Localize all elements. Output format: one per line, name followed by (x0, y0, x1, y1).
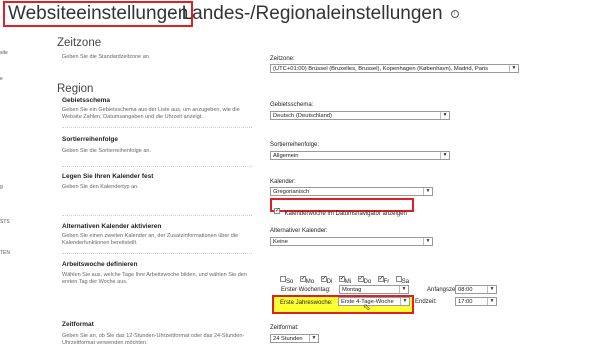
calendar-value: Gregorianisch (273, 189, 310, 195)
calendar-description: Geben Sie den Kalendertyp an. (62, 184, 139, 190)
chevron-down-icon[interactable]: ▼ (423, 238, 432, 245)
workday-mo[interactable]: ✓Mo (299, 270, 314, 287)
left-nav-item[interactable]: TEN (0, 250, 10, 256)
left-nav-item[interactable]: site (0, 50, 8, 56)
end-time-label: Endzeit: (415, 299, 437, 305)
sort-order-title: Sortierreihenfolge (62, 136, 118, 143)
timezone-description: Geben Sie die Standardzeitzone an. (62, 54, 151, 60)
timezone-label: Zeitzone: (270, 56, 295, 62)
chevron-down-icon[interactable]: ▼ (399, 286, 408, 293)
site-settings-breadcrumb[interactable]: Websiteeinstellungen (8, 3, 188, 24)
chevron-down-icon[interactable]: ▼ (440, 152, 449, 159)
sort-order-label: Sortierreihenfolge: (270, 142, 320, 148)
divider (62, 253, 252, 254)
week-number-checkbox-highlight[interactable]: ✓ Kalenderwoche im Datumsnavigator anzei… (270, 198, 414, 217)
timezone-value: (UTC+01:00) Brüssel (Bruxelles, Brussel)… (273, 66, 489, 72)
week-number-label: Kalenderwoche im Datumsnavigator anzeige… (284, 211, 407, 217)
locale-description: Geben Sie ein Gebietsschema aus der List… (62, 107, 240, 120)
calendar-label: Kalender: (270, 179, 296, 185)
workday-so[interactable]: So (280, 270, 293, 287)
calendar-select[interactable]: Gregorianisch ▼ (270, 187, 433, 196)
first-week-select[interactable]: Erste 4-Tage-Woche ▼ (338, 297, 410, 306)
page-title: · Landes-/Regionaleinstellungen i (170, 3, 459, 25)
page-title-text: Landes-/Regionaleinstellungen (181, 3, 443, 24)
chevron-down-icon[interactable]: ▼ (309, 335, 318, 342)
alt-calendar-select[interactable]: Keine ▼ (270, 237, 433, 246)
chevron-down-icon[interactable]: ▼ (487, 286, 496, 293)
end-time-value: 17:00 (458, 299, 473, 305)
alt-calendar-description: Geben Sie einen zweiten Kalender an, der… (62, 233, 239, 246)
alt-calendar-title: Alternativen Kalender aktivieren (62, 223, 162, 230)
time-format-value: 24 Stunden (273, 336, 303, 342)
first-weekday-label: Erster Wochentag: (281, 287, 331, 293)
first-week-label: Erste Jahreswoche: (280, 300, 333, 306)
start-time-value: 08:00 (458, 287, 473, 293)
locale-label: Gebietsschema: (270, 102, 314, 108)
left-nav-item[interactable]: g (0, 184, 3, 190)
breadcrumb-separator: · (170, 3, 177, 24)
left-nav-item[interactable]: e (0, 76, 3, 82)
chevron-down-icon[interactable]: ▼ (487, 298, 496, 305)
first-weekday-select[interactable]: Montag ▼ (339, 285, 409, 294)
locale-title: Gebietsschema (62, 97, 111, 104)
locale-value: Deutsch (Deutschland) (273, 113, 332, 119)
time-format-label: Zeitformat: (270, 325, 299, 331)
sort-order-description: Geben Sie die Sortierreihenfolge an. (62, 148, 151, 154)
first-weekday-value: Montag (342, 287, 362, 293)
info-icon[interactable]: i (450, 9, 459, 18)
divider (62, 215, 252, 216)
time-format-select[interactable]: 24 Stunden ▼ (270, 334, 319, 343)
mouse-cursor-icon: ⬁ (363, 302, 371, 312)
timezone-section-title: Zeitzone (57, 37, 102, 49)
chevron-down-icon[interactable]: ▼ (423, 188, 432, 195)
time-format-title: Zeitformat (62, 321, 94, 328)
locale-select[interactable]: Deutsch (Deutschland) ▼ (270, 111, 450, 120)
end-time-select[interactable]: 17:00 ▼ (455, 297, 497, 306)
region-section-title: Region (57, 83, 94, 95)
sort-order-value: Allgemein (273, 153, 299, 159)
work-week-title: Arbeitswoche definieren (62, 261, 138, 268)
alt-calendar-label: Alternativer Kalender: (270, 228, 328, 234)
divider (62, 127, 252, 128)
calendar-title: Legen Sie Ihren Kalender fest (62, 173, 154, 180)
work-week-description: Wählen Sie aus, welche Tage Ihre Arbeits… (62, 272, 247, 285)
site-settings-breadcrumb-box[interactable]: Websiteeinstellungen (3, 1, 194, 27)
chevron-down-icon[interactable]: ▼ (400, 298, 409, 305)
sort-order-select[interactable]: Allgemein ▼ (270, 151, 450, 160)
time-format-description: Geben Sie an, ob Sie das 12-Stunden-Uhrz… (62, 333, 245, 346)
chevron-down-icon[interactable]: ▼ (509, 65, 518, 72)
divider (62, 166, 252, 167)
timezone-select[interactable]: (UTC+01:00) Brüssel (Bruxelles, Brussel)… (270, 64, 519, 73)
left-nav-item[interactable]: STS (0, 219, 10, 225)
alt-calendar-value: Keine (273, 239, 288, 245)
week-number-checkbox[interactable]: ✓ (274, 207, 280, 214)
start-time-select[interactable]: 08:00 ▼ (455, 285, 497, 294)
chevron-down-icon[interactable]: ▼ (440, 112, 449, 119)
workday-di[interactable]: ✓Di (320, 270, 332, 287)
